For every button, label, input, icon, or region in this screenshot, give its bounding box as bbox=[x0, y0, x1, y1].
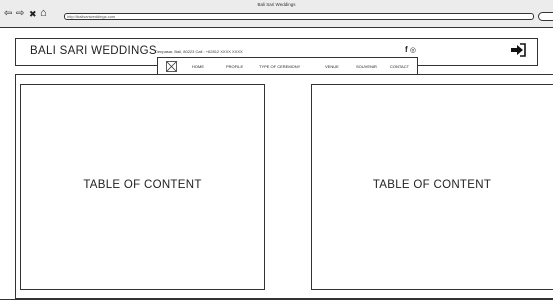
forward-arrow-icon[interactable]: ⇨ bbox=[16, 9, 24, 19]
panel-label: TABLE OF CONTENT bbox=[83, 179, 202, 191]
home-icon[interactable]: ⌂ bbox=[40, 8, 47, 19]
nav-item-souvenir[interactable]: SOUVENIR bbox=[356, 64, 377, 69]
login-icon[interactable] bbox=[510, 43, 526, 57]
window-title: Bali Sari Weddings bbox=[257, 2, 296, 7]
wireframe-page: Bali Sari Weddings ⇦ ⇨ ✖ ⌂ http://balisa… bbox=[0, 0, 553, 308]
logo-placeholder-icon[interactable] bbox=[166, 61, 177, 72]
browser-chrome: Bali Sari Weddings ⇦ ⇨ ✖ ⌂ http://balisa… bbox=[0, 0, 553, 28]
panel-label: TABLE OF CONTENT bbox=[372, 179, 492, 191]
close-icon[interactable]: ✖ bbox=[29, 9, 37, 19]
nav-item-home[interactable]: HOME bbox=[192, 64, 204, 69]
brand-title[interactable]: BALI SARI WEDDINGS bbox=[30, 45, 157, 57]
social-links: f ◎ bbox=[405, 45, 416, 54]
content-panel-right: TABLE OF CONTENT bbox=[311, 84, 553, 290]
contact-info: Denpasar, Bali, 80223 Call : +62812 XXXX… bbox=[155, 49, 243, 54]
browser-search-field[interactable] bbox=[538, 12, 553, 21]
instagram-icon[interactable]: ◎ bbox=[410, 47, 416, 54]
facebook-icon[interactable]: f bbox=[405, 45, 408, 54]
nav-item-contact[interactable]: CONTACT bbox=[390, 64, 409, 69]
footer-divider bbox=[0, 299, 553, 300]
url-bar[interactable]: http://balisariweddings.com bbox=[64, 13, 534, 20]
main-nav: HOME PROFILE TYPE OF CEREMONY VENUE SOUV… bbox=[157, 57, 418, 75]
nav-item-profile[interactable]: PROFILE bbox=[226, 64, 243, 69]
url-text: http://balisariweddings.com bbox=[67, 14, 116, 19]
nav-item-type-of-ceremony[interactable]: TYPE OF CEREMONY bbox=[259, 64, 300, 69]
nav-item-venue[interactable]: VENUE bbox=[325, 64, 339, 69]
back-arrow-icon[interactable]: ⇦ bbox=[4, 9, 12, 19]
content-panel-left: TABLE OF CONTENT bbox=[20, 84, 265, 290]
